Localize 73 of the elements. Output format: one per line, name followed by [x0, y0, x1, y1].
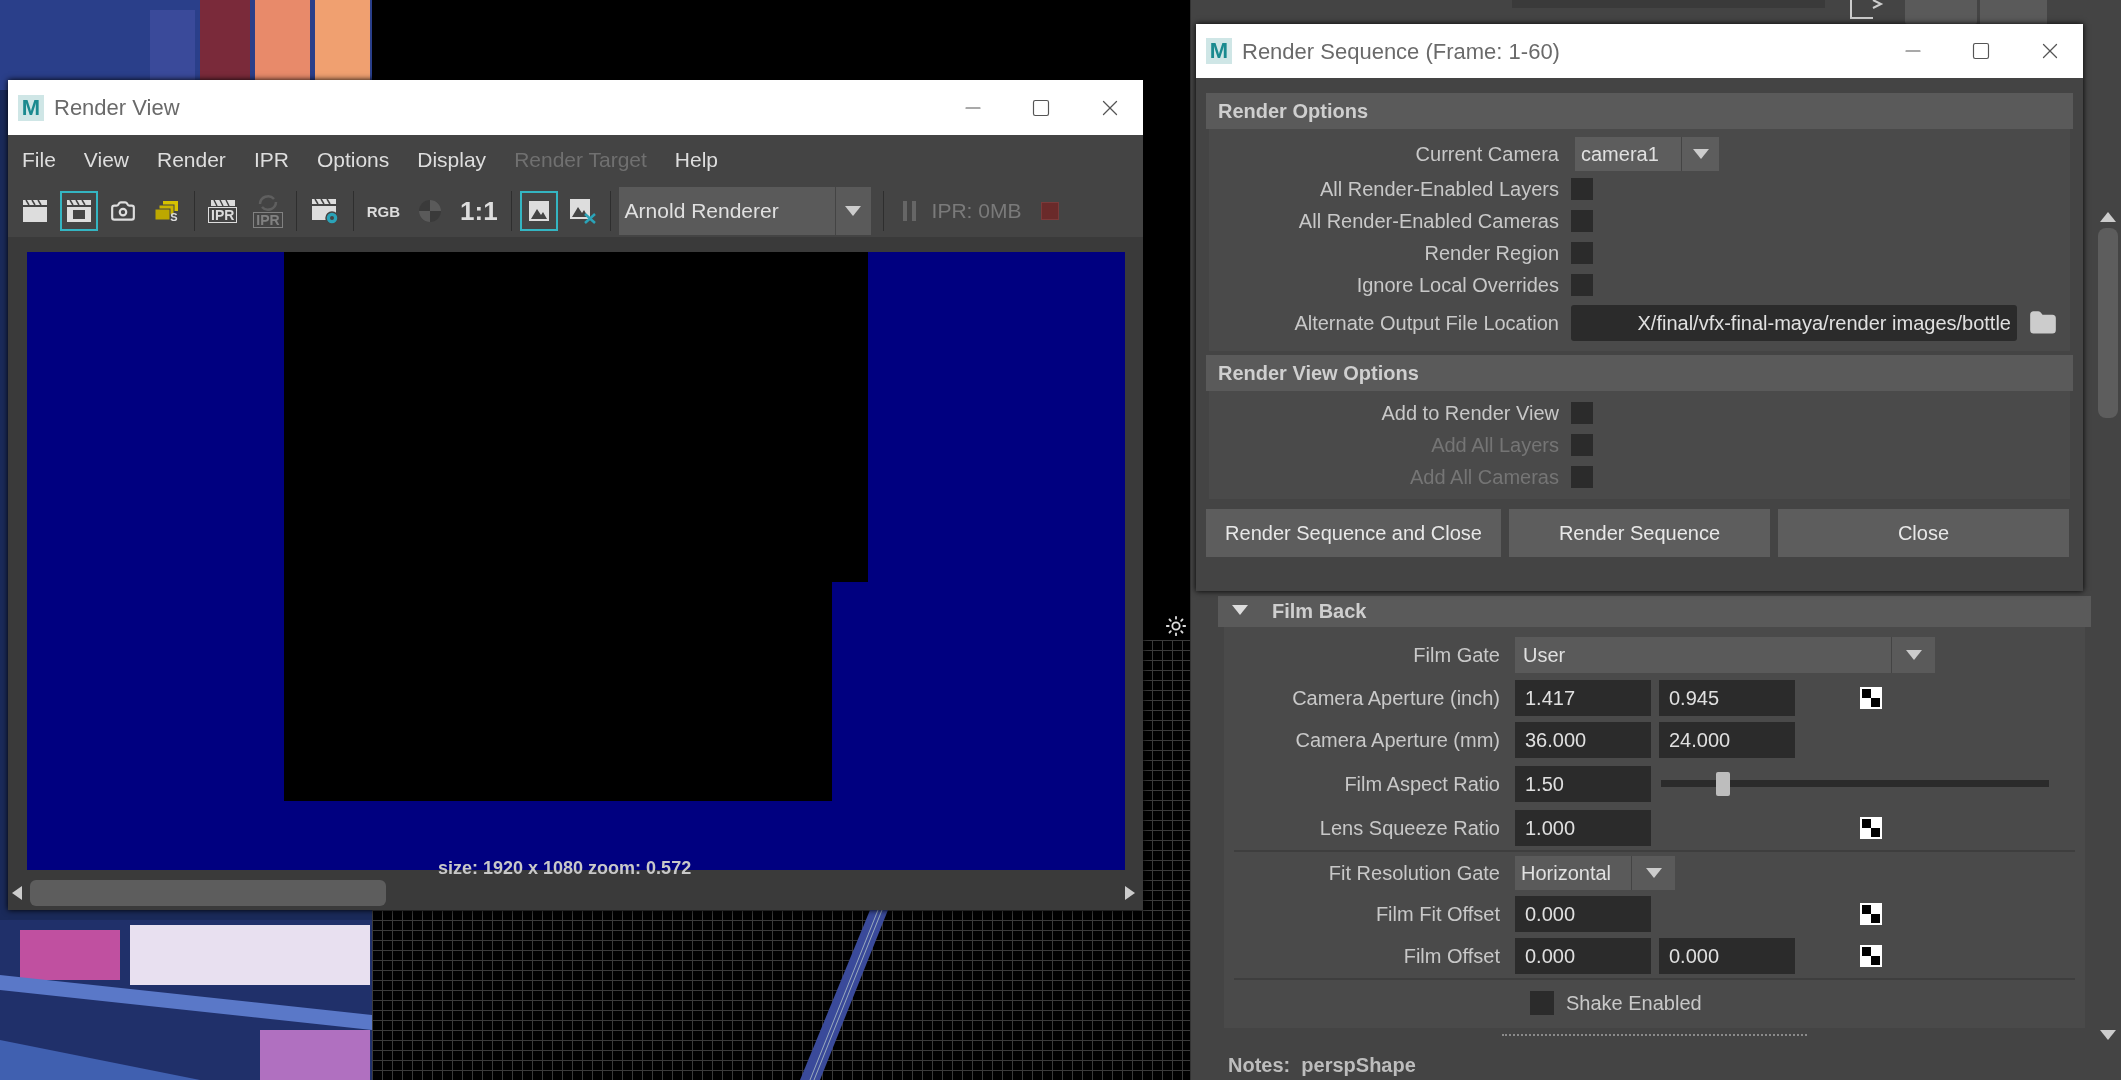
field-label: Render Region — [1423, 241, 1559, 266]
number-field[interactable]: 24.000 — [1659, 722, 1795, 759]
field-label: Current Camera — [1414, 142, 1559, 167]
number-field[interactable]: 0.000 — [1515, 896, 1651, 933]
caret-icon — [1905, 650, 1922, 661]
checker-icon[interactable] — [1860, 903, 1882, 926]
option-dropdown[interactable]: Horizontal — [1515, 856, 1675, 891]
app-logo: M — [1206, 38, 1232, 64]
number-field[interactable]: 1.50 — [1515, 766, 1651, 803]
checkbox[interactable] — [1571, 178, 1593, 200]
number-field[interactable]: 0.945 — [1659, 680, 1795, 717]
dialog-button[interactable]: Close — [1778, 509, 2069, 557]
dialog-button[interactable]: Render Sequence — [1509, 509, 1770, 557]
checkbox-label: Shake Enabled — [1566, 991, 1702, 1017]
scroll-up-icon[interactable] — [2100, 212, 2116, 222]
field-label: All Render-Enabled Cameras — [1297, 209, 1559, 234]
caret-icon — [845, 206, 862, 216]
image-status-text: size: 1920 x 1080 zoom: 0.572 — [438, 857, 692, 880]
notes-label: Notes: perspShape — [1228, 1053, 1417, 1078]
number-field[interactable]: 1.000 — [1515, 810, 1651, 847]
checkbox[interactable] — [1571, 242, 1593, 264]
section-header[interactable]: Film Back — [1218, 595, 2091, 628]
scrollbar-thumb[interactable] — [2098, 228, 2118, 418]
checker-icon[interactable] — [1860, 687, 1882, 710]
attribute-label: Film Fit Offset — [1374, 902, 1501, 928]
pie-icon — [418, 199, 443, 223]
dialog-button[interactable]: Render Sequence and Close — [1206, 509, 1501, 557]
window-title: Render Sequence (Frame: 1-60) — [1242, 37, 1560, 66]
caret-icon — [1692, 149, 1709, 159]
light-icon[interactable] — [1165, 615, 1187, 637]
attribute-label: Film Aspect Ratio — [1343, 772, 1501, 798]
folder-icon[interactable] — [2029, 309, 2057, 337]
field-label: Alternate Output File Location — [1293, 311, 1559, 336]
section-title: Render Options — [1218, 99, 1368, 124]
number-field[interactable]: 36.000 — [1515, 722, 1651, 759]
scroll-down-icon[interactable] — [2100, 1030, 2116, 1040]
attribute-label: Lens Squeeze Ratio — [1318, 816, 1501, 842]
field-label: Ignore Local Overrides — [1355, 273, 1559, 298]
attribute-label: Camera Aperture (mm) — [1294, 728, 1501, 754]
attribute-label: Film Offset — [1402, 944, 1501, 970]
toolbar-button[interactable] — [519, 191, 558, 231]
checker-icon[interactable] — [1860, 817, 1882, 840]
film-gate-dropdown[interactable]: User — [1515, 637, 1935, 674]
section-title: Render View Options — [1218, 361, 1419, 386]
maximize-icon[interactable] — [1971, 41, 1991, 61]
path-field[interactable]: X/final/vfx-final-maya/render images/bottle — [1571, 305, 2017, 341]
maximize-icon[interactable] — [1031, 97, 1051, 118]
renderer-dropdown[interactable]: Arnold Renderer — [618, 187, 871, 235]
menu-item[interactable]: Help — [674, 144, 719, 176]
checkbox[interactable] — [1571, 274, 1593, 296]
field-label: All Render-Enabled Layers — [1318, 177, 1559, 202]
number-field[interactable]: 1.417 — [1515, 680, 1651, 717]
camera-dropdown[interactable]: camera1 — [1575, 137, 1719, 171]
section-title: Film Back — [1272, 599, 1367, 625]
checkbox[interactable] — [1571, 402, 1593, 424]
checkbox[interactable] — [1571, 210, 1593, 232]
attribute-label: Camera Aperture (inch) — [1291, 686, 1501, 712]
number-field[interactable]: 0.000 — [1659, 938, 1795, 975]
image-icon — [527, 200, 550, 222]
toolbar-button[interactable]: 1:1 — [455, 191, 503, 231]
image-remove-icon — [568, 198, 597, 224]
checkbox[interactable] — [1530, 991, 1554, 1016]
attribute-label: Fit Resolution Gate — [1327, 861, 1501, 887]
caret-icon — [1645, 868, 1662, 879]
checker-icon[interactable] — [1860, 945, 1882, 968]
scroll-right-icon[interactable] — [1125, 885, 1135, 900]
number-field[interactable]: 0.000 — [1515, 938, 1651, 975]
slider-thumb[interactable] — [1716, 772, 1731, 797]
toolbar-button[interactable]: RGB — [361, 191, 406, 231]
window-icon[interactable] — [1849, 0, 1885, 20]
field-label: Add to Render View — [1380, 401, 1559, 426]
menu-item[interactable]: Display — [417, 144, 487, 176]
attribute-label: Film Gate — [1412, 643, 1501, 669]
